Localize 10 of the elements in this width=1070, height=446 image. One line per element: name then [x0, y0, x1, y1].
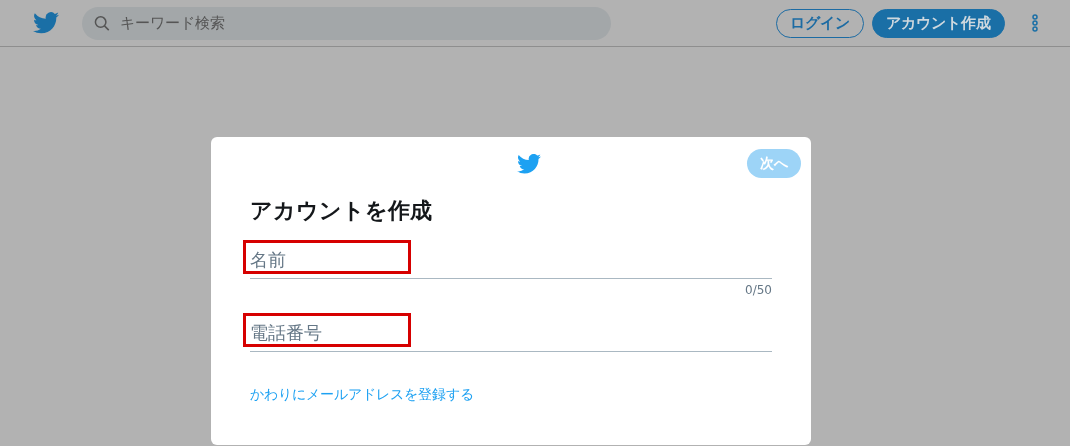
signup-button[interactable]: アカウント作成 [872, 8, 1005, 38]
search-icon [94, 14, 111, 32]
dialog-title: アカウントを作成 [250, 198, 433, 225]
search-input[interactable]: キーワード検索 [118, 10, 599, 36]
bird-logo-icon[interactable] [33, 12, 59, 34]
search-field[interactable]: キーワード検索 [82, 6, 611, 40]
character-counter: 0/50 [745, 283, 772, 298]
bird-logo-icon [516, 153, 541, 174]
email-instead-link[interactable]: かわりにメールアドレスを登録する [250, 384, 474, 406]
more-options-icon[interactable] [1032, 14, 1038, 32]
